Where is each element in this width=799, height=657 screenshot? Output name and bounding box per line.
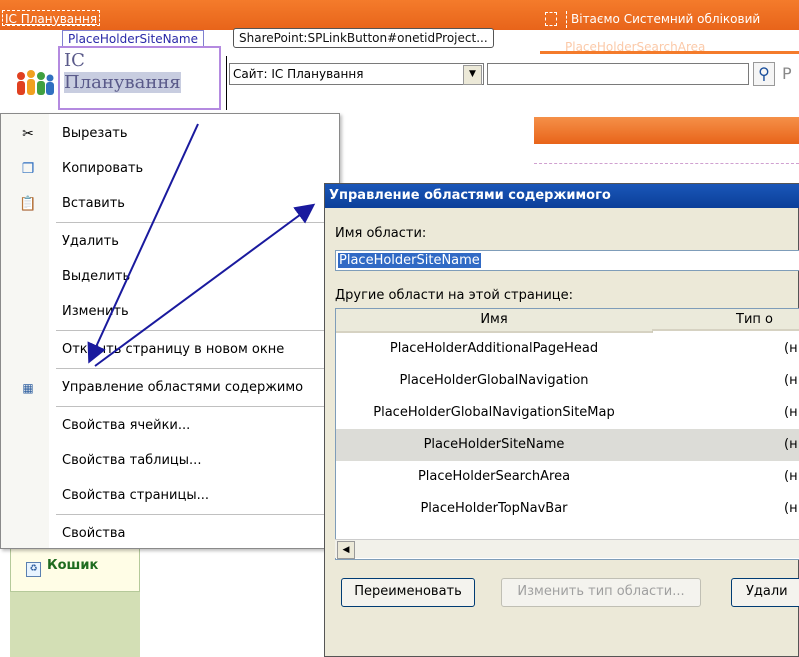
menu-separator <box>56 368 340 369</box>
menu-item-label: Свойства <box>62 526 126 541</box>
dialog-title[interactable]: Управление областями содержимого <box>325 184 799 208</box>
paste-icon: 📋 <box>19 196 37 212</box>
menu-item-label: Вставить <box>62 196 125 211</box>
area-name-label: Имя области: <box>335 226 427 241</box>
menu-item-cut[interactable]: ✂ Вырезать <box>1 117 340 151</box>
area-name-input[interactable]: PlaceHolderSiteName <box>335 250 799 271</box>
row-type: (н <box>784 501 798 516</box>
row-name: PlaceHolderSiteName <box>423 437 565 452</box>
area-name-value: PlaceHolderSiteName <box>338 253 481 268</box>
menu-item-label: Управление областями содержимо <box>62 380 304 395</box>
menu-item-open-new-window[interactable]: Открыть страницу в новом окне <box>1 333 340 367</box>
recycle-bin-icon: ♻ <box>26 562 41 577</box>
menu-item-table-properties[interactable]: Свойства таблицы... <box>1 444 340 478</box>
menu-item-label: Копировать <box>62 161 144 176</box>
menu-item-cell-properties[interactable]: Свойства ячейки... <box>1 409 340 443</box>
menu-item-delete[interactable]: Удалить <box>1 225 340 259</box>
menu-item-select[interactable]: Выделить <box>1 260 340 294</box>
list-row[interactable]: PlaceHolderGlobalNavigationSiteMap (н <box>336 397 799 429</box>
menu-item-label: Вырезать <box>62 126 128 141</box>
rename-button[interactable]: Переименовать <box>341 578 475 607</box>
welcome-menu[interactable]: Вітаємо Системний обліковий <box>566 11 799 28</box>
copy-icon: ❐ <box>21 161 35 177</box>
content-regions-icon: ▦ <box>22 381 34 395</box>
row-type: (н <box>784 469 798 484</box>
header-divider <box>540 51 799 54</box>
site-title-link[interactable]: IC Планування <box>2 10 101 26</box>
menu-item-label: Удалить <box>62 234 119 249</box>
manage-regions-dialog: Управление областями содержимого Имя обл… <box>324 183 799 657</box>
scroll-left-icon[interactable]: ◀ <box>337 541 355 559</box>
areas-list[interactable]: Имя Тип о PlaceHolderAdditionalPageHead … <box>335 308 799 560</box>
placeholder-marker <box>545 12 557 26</box>
delete-button[interactable]: Удали <box>731 578 799 607</box>
menu-item-label: Свойства ячейки... <box>62 418 191 433</box>
menu-item-properties[interactable]: Свойства <box>1 517 340 551</box>
list-row[interactable]: PlaceHolderTopNavBar (н <box>336 493 799 525</box>
nav-bar-lower <box>534 144 799 164</box>
row-type: (н <box>784 341 798 356</box>
recycle-bin-label: Кошик <box>47 558 99 573</box>
horizontal-scrollbar[interactable]: ◀ <box>335 539 799 559</box>
other-areas-label: Другие области на этой странице: <box>335 288 574 303</box>
scissors-icon: ✂ <box>22 126 34 142</box>
recycle-bin-link[interactable]: ♻ Кошик <box>26 558 98 577</box>
search-scope-select[interactable]: Сайт: IC Планування ▼ <box>229 63 484 85</box>
change-type-button[interactable]: Изменить тип области... <box>501 578 701 607</box>
menu-separator <box>56 514 340 515</box>
row-type: (н <box>784 373 798 388</box>
search-input[interactable] <box>487 63 749 85</box>
row-type: (н <box>784 405 798 420</box>
menu-item-copy[interactable]: ❐ Копировать <box>1 152 340 186</box>
menu-item-edit[interactable]: Изменить <box>1 295 340 329</box>
row-name: PlaceHolderAdditionalPageHead <box>389 341 599 356</box>
menu-item-label: Свойства таблицы... <box>62 453 202 468</box>
menu-item-manage-regions[interactable]: ▦ Управление областями содержимо <box>1 371 340 405</box>
column-header-name[interactable]: Имя <box>336 309 653 333</box>
list-row[interactable]: PlaceHolderSearchArea (н <box>336 461 799 493</box>
chevron-down-icon[interactable]: ▼ <box>463 65 482 85</box>
menu-separator <box>56 330 340 331</box>
menu-separator <box>56 222 340 223</box>
menu-item-label: Изменить <box>62 304 129 319</box>
row-name: PlaceHolderGlobalNavigation <box>399 373 589 388</box>
list-row-selected[interactable]: PlaceHolderSiteName (н <box>336 429 799 461</box>
people-logo-icon <box>17 70 54 95</box>
row-name: PlaceHolderTopNavBar <box>420 501 568 516</box>
menu-item-page-properties[interactable]: Свойства страницы... <box>1 479 340 513</box>
context-menu: ✂ Вырезать ❐ Копировать 📋 Вставить Удали… <box>0 113 340 549</box>
row-name: PlaceHolderGlobalNavigationSiteMap <box>373 405 615 420</box>
splinkbutton-tag[interactable]: SharePoint:SPLinkButton#onetidProject... <box>233 28 494 48</box>
menu-item-label: Свойства страницы... <box>62 488 210 503</box>
site-name-line2: Планування <box>64 72 181 93</box>
row-name: PlaceHolderSearchArea <box>417 469 571 484</box>
row-type: (н <box>784 437 798 452</box>
site-name-link[interactable]: IC Планування <box>64 50 220 94</box>
menu-item-label: Выделить <box>62 269 131 284</box>
top-nav-bar <box>534 117 799 144</box>
search-icon[interactable]: ⚲ <box>753 62 775 86</box>
menu-item-label: Открыть страницу в новом окне <box>62 342 285 357</box>
list-row[interactable]: PlaceHolderGlobalNavigation (н <box>336 365 799 397</box>
menu-separator <box>56 406 340 407</box>
column-header-type[interactable]: Тип о <box>652 309 799 331</box>
menu-item-paste[interactable]: 📋 Вставить <box>1 187 340 221</box>
search-trailing-text: P <box>782 64 792 83</box>
list-row[interactable]: PlaceHolderAdditionalPageHead (н <box>336 333 799 365</box>
site-name-line1: IC <box>64 50 85 71</box>
search-scope-value: Сайт: IC Планування <box>233 67 364 81</box>
